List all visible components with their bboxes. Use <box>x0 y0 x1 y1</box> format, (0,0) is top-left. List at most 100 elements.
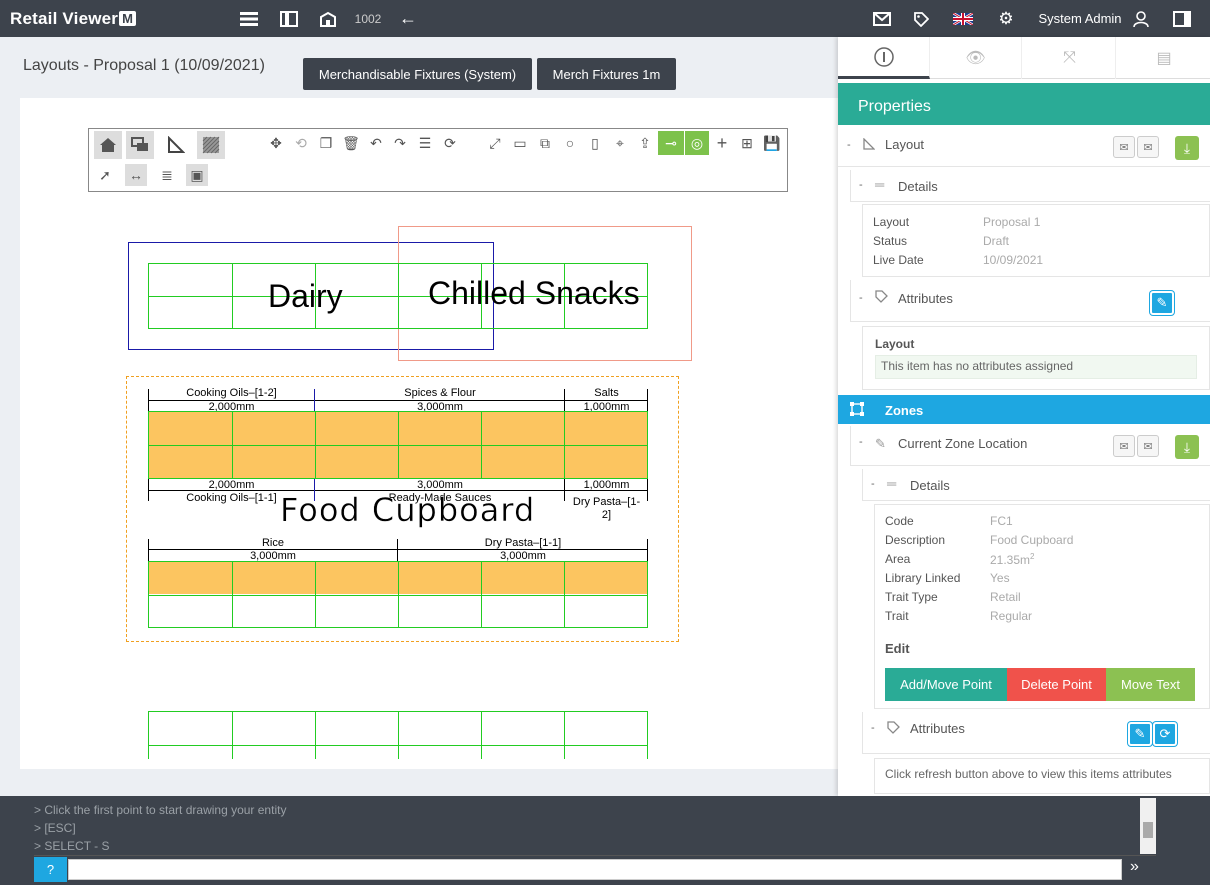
mail-remove-icon[interactable]: ✉ <box>1137 435 1159 457</box>
zone-label-food-cupboard: Food Cupboard <box>280 491 536 529</box>
download-icon[interactable]: ⤓ <box>1175 435 1199 459</box>
snap-line-icon[interactable]: ⊸ <box>658 131 684 155</box>
move-text-button[interactable]: Move Text <box>1106 668 1195 701</box>
collapse-icon[interactable]: - <box>859 436 863 448</box>
export-icon[interactable]: ⇪ <box>634 132 656 154</box>
menu-icon[interactable] <box>238 0 260 37</box>
download-icon[interactable]: ⤓ <box>1175 136 1199 160</box>
console-line: > [ESC] <box>34 821 76 835</box>
add-move-point-button[interactable]: Add/Move Point <box>885 668 1007 701</box>
save-icon[interactable]: 💾 <box>761 132 783 154</box>
layout-attributes-box: Layout This item has no attributes assig… <box>862 326 1210 390</box>
detail-value: Yes <box>990 571 1010 585</box>
label-dry-pasta-1-2a: Dry Pasta–[1- <box>572 496 641 508</box>
tag-icon[interactable] <box>910 0 932 37</box>
screen-icon[interactable]: ▭ <box>509 132 531 154</box>
submit-chevron-icon[interactable]: » <box>1130 858 1139 876</box>
mail-remove-icon[interactable]: ✉ <box>1137 136 1159 158</box>
command-input[interactable] <box>68 859 1122 880</box>
zones-header[interactable]: Zones <box>838 395 1210 424</box>
collapse-icon[interactable]: - <box>859 292 863 304</box>
hatch-pattern-icon[interactable] <box>197 131 225 159</box>
help-icon[interactable]: ? <box>34 857 67 882</box>
no-attributes-message: This item has no attributes assigned <box>875 355 1197 379</box>
detail-value: 10/09/2021 <box>983 253 1044 267</box>
set-square-icon <box>863 137 876 153</box>
columns-icon[interactable] <box>278 0 300 37</box>
collapse-icon[interactable]: - <box>871 722 875 734</box>
store-icon[interactable] <box>317 0 339 37</box>
fixture-bottom[interactable] <box>148 711 648 759</box>
set-square-icon[interactable] <box>162 131 190 159</box>
home-icon[interactable] <box>94 131 122 159</box>
refresh-icon[interactable]: ⟳ <box>439 132 461 154</box>
tab-notes[interactable]: ▤ <box>1118 37 1210 79</box>
layout-section-label: Layout <box>885 137 925 152</box>
detail-key: Code <box>885 514 914 528</box>
scrollbar-thumb[interactable] <box>1143 822 1153 838</box>
edit-attributes-icon[interactable]: ✎ <box>1128 722 1152 746</box>
layers-icon[interactable] <box>126 131 154 159</box>
console-line: > SELECT - S <box>34 839 110 853</box>
dimension-icon[interactable]: ↔ <box>125 164 147 186</box>
undo-icon[interactable]: ↶ <box>365 132 387 154</box>
merchandisable-fixtures-button[interactable]: Merchandisable Fixtures (System) <box>303 58 532 90</box>
image-icon[interactable]: ▣ <box>186 164 208 186</box>
drawing-toolbar: ✥ ⟲ ❐ 🗑 ↶ ↷ ☰ ⟳ ⤢ ▭ ⧉ ○ ▯ ⌖ ⇪ ⊸ ◎ + ⊞ 💾 … <box>88 128 788 192</box>
detail-key: Area <box>885 552 911 566</box>
tab-info[interactable] <box>838 37 930 79</box>
edit-attributes-icon[interactable]: ✎ <box>1150 291 1174 315</box>
user-icon[interactable] <box>1130 0 1152 37</box>
merch-fixtures-button[interactable]: Merch Fixtures 1m <box>537 58 676 90</box>
list-icon[interactable]: ☰ <box>414 132 436 154</box>
lines-icon: ═ <box>887 476 897 491</box>
zone-details-section[interactable]: - ═ Details <box>862 469 1210 501</box>
expand-icon[interactable]: ⤢ <box>484 132 506 154</box>
detail-key: Trait Type <box>885 590 938 604</box>
pointer-icon[interactable]: ➚ <box>94 164 116 186</box>
snap-circle-icon[interactable]: ◎ <box>685 131 709 155</box>
move-icon[interactable]: ✥ <box>265 132 287 154</box>
rotate-icon[interactable]: ⟲ <box>290 132 312 154</box>
attributes-label: Attributes <box>898 291 953 306</box>
circle-icon[interactable]: ○ <box>559 132 581 154</box>
tag-icon <box>887 721 900 737</box>
detail-key: Trait <box>885 609 909 623</box>
crosshair-icon[interactable]: ⌖ <box>609 132 631 154</box>
delete-point-button[interactable]: Delete Point <box>1007 668 1106 701</box>
copy-icon[interactable]: ❐ <box>315 132 337 154</box>
back-arrow-icon[interactable]: ← <box>397 0 419 37</box>
uk-flag-icon[interactable] <box>952 0 974 37</box>
store-counter: 1002 <box>354 11 382 26</box>
grid-select-icon[interactable]: ⊞ <box>736 132 758 154</box>
panel-tabs: 👁 ⤧ ▤ <box>838 37 1210 79</box>
collapse-icon[interactable]: - <box>847 139 851 151</box>
detail-key: Description <box>885 533 946 547</box>
app-logo[interactable]: Retail Viewer M <box>10 0 137 37</box>
collapse-icon[interactable]: - <box>871 478 875 490</box>
lines-icon: ═ <box>875 177 885 192</box>
gear-icon[interactable]: ⚙ <box>995 0 1017 37</box>
refresh-attributes-icon[interactable]: ⟳ <box>1153 722 1177 746</box>
console-scrollbar[interactable] <box>1140 798 1156 854</box>
ruler-icon[interactable]: ▯ <box>584 132 606 154</box>
tab-transform[interactable]: ⤧ <box>1024 37 1116 79</box>
logo-badge: M <box>119 11 137 26</box>
tab-visibility[interactable]: 👁 <box>930 37 1022 79</box>
mail-icon[interactable] <box>871 0 893 37</box>
mail-add-icon[interactable]: ✉ <box>1113 435 1135 457</box>
logo-text: Retail Viewer <box>10 8 119 28</box>
layout-details-box: Layout Proposal 1 Status Draft Live Date… <box>862 204 1210 277</box>
collapse-icon[interactable]: - <box>859 179 863 191</box>
redo-icon[interactable]: ↷ <box>389 132 411 154</box>
windows-icon[interactable]: ⧉ <box>534 132 556 154</box>
delete-icon[interactable]: 🗑 <box>340 132 362 154</box>
plus-icon[interactable]: + <box>711 132 733 154</box>
user-name[interactable]: System Admin <box>1034 0 1126 37</box>
label-dry-pasta-1-2b: 2] <box>601 509 612 521</box>
fixture-grid <box>148 561 648 628</box>
mail-add-icon[interactable]: ✉ <box>1113 136 1135 158</box>
details-section[interactable]: - ═ Details <box>850 170 1210 202</box>
panel-toggle-icon[interactable] <box>1171 0 1193 37</box>
numbered-list-icon[interactable]: ≣ <box>156 164 178 186</box>
